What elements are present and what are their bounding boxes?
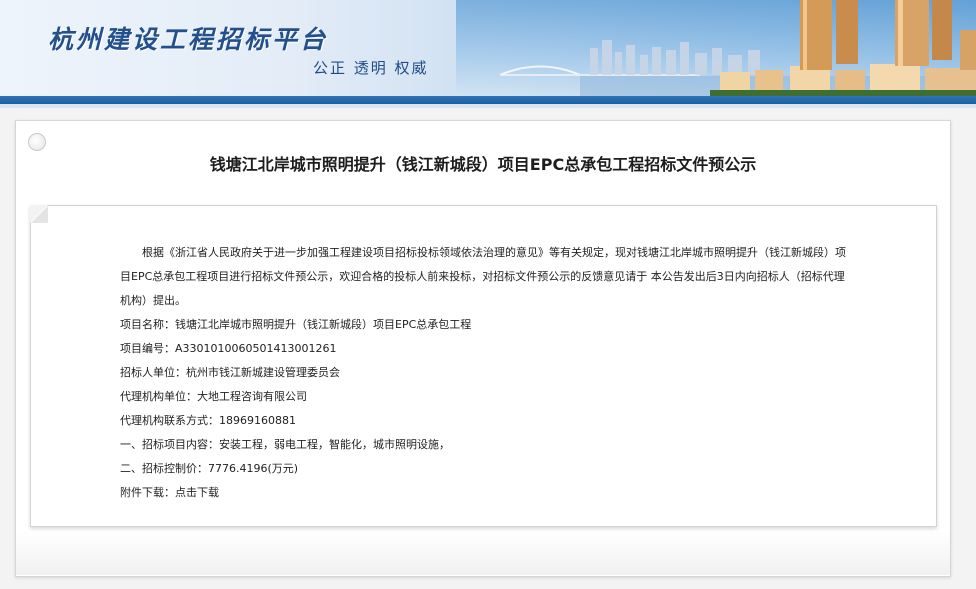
header-bottom-bar (0, 96, 976, 104)
site-slogan: 公正 透明 权威 (313, 59, 429, 77)
attachment-label: 附件下载： (120, 486, 175, 499)
card-bottom-shade (16, 531, 950, 575)
header-bottom-strip (0, 104, 976, 108)
city-skyline-image (500, 0, 976, 100)
notice-body: 根据《浙江省人民政府关于进一步加强工程建设项目招标投标领域依法治理的意见》等有关… (120, 241, 850, 505)
control-price: 二、招标控制价：7776.4196(万元) (120, 462, 299, 475)
notice-content-box: 根据《浙江省人民政府关于进一步加强工程建设项目招标投标领域依法治理的意见》等有关… (30, 205, 937, 527)
site-title: 杭州建设工程招标平台 (48, 25, 329, 54)
notice-card: 钱塘江北岸城市照明提升（钱江新城段）项目EPC总承包工程招标文件预公示 根据《浙… (15, 120, 951, 577)
notice-title: 钱塘江北岸城市照明提升（钱江新城段）项目EPC总承包工程招标文件预公示 (209, 155, 757, 174)
decorative-circle-icon (28, 133, 46, 151)
project-name: 项目名称：钱塘江北岸城市照明提升（钱江新城段）项目EPC总承包工程 (120, 318, 472, 331)
agency-contact: 代理机构联系方式：18969160881 (120, 414, 296, 427)
page-fold-shadow (31, 206, 48, 223)
project-code: 项目编号：A3301010060501413001261 (120, 342, 337, 355)
header-banner: 杭州建设工程招标平台 公正 透明 权威 (0, 0, 976, 100)
attachment-download-link[interactable]: 点击下载 (175, 486, 219, 499)
intro-paragraph: 根据《浙江省人民政府关于进一步加强工程建设项目招标投标领域依法治理的意见》等有关… (120, 246, 846, 307)
tenderer: 招标人单位：杭州市钱江新城建设管理委员会 (120, 366, 340, 379)
project-scope: 一、招标项目内容：安装工程，弱电工程，智能化，城市照明设施， (120, 438, 450, 451)
attachment-row: 附件下载：点击下载 (120, 481, 850, 505)
agency: 代理机构单位：大地工程咨询有限公司 (120, 390, 307, 403)
